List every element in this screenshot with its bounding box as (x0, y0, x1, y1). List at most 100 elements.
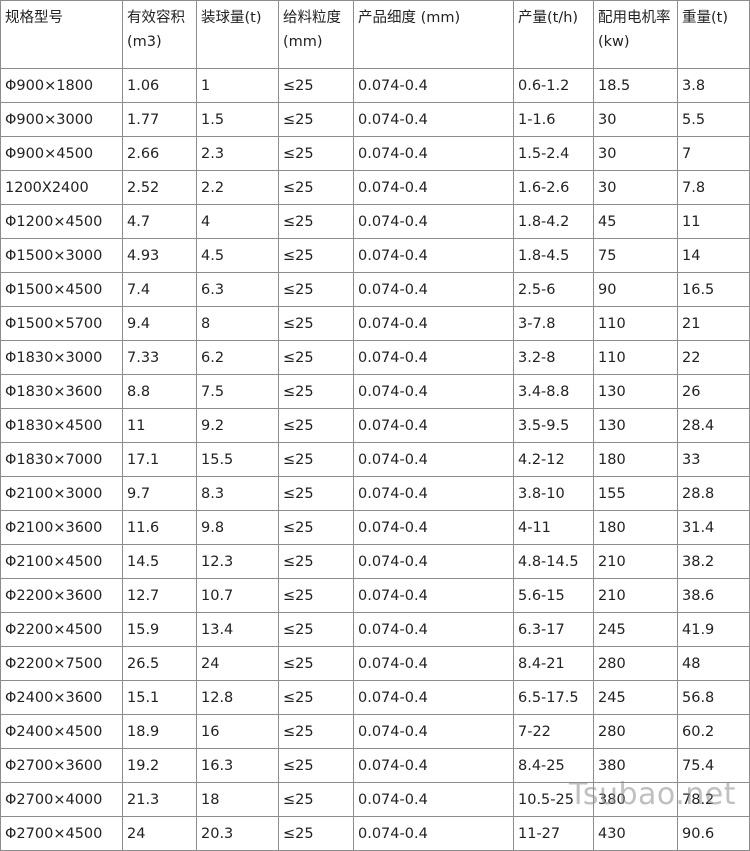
cell-weight: 38.2 (677, 544, 750, 579)
table-row: Φ2700×4000 21.3 18 ≤25 0.074-0.4 10.5-25 380 78… (0, 782, 750, 817)
cell-volume: 9.7 (122, 476, 197, 511)
cell-weight: 7.8 (677, 170, 750, 205)
table-row: Φ1500×3000 4.93 4.5 ≤25 0.074-0.4 1.8-4.5 75 14 (0, 238, 750, 273)
cell-feed-size: ≤25 (278, 816, 354, 851)
cell-ball-load: 20.3 (196, 816, 279, 851)
table-row: Φ2200×4500 15.9 13.4 ≤25 0.074-0.4 6.3-17 245 4… (0, 612, 750, 647)
cell-ball-load: 4.5 (196, 238, 279, 273)
cell-ball-load: 6.2 (196, 340, 279, 375)
cell-feed-size: ≤25 (278, 748, 354, 783)
cell-fineness: 0.074-0.4 (353, 238, 514, 273)
cell-weight: 3.8 (677, 68, 750, 103)
cell-capacity: 10.5-25 (513, 782, 594, 817)
table-row: Φ1830×4500 11 9.2 ≤25 0.074-0.4 3.5-9.5 130 28.… (0, 408, 750, 443)
cell-ball-load: 9.8 (196, 510, 279, 545)
cell-volume: 12.7 (122, 578, 197, 613)
cell-feed-size: ≤25 (278, 306, 354, 341)
table-row: Φ2700×4500 24 20.3 ≤25 0.074-0.4 11-27 430 90.6 (0, 816, 750, 851)
cell-fineness: 0.074-0.4 (353, 408, 514, 443)
cell-model: Φ2200×3600 (0, 578, 123, 613)
cell-ball-load: 12.8 (196, 680, 279, 715)
table-row: Φ1830×3600 8.8 7.5 ≤25 0.074-0.4 3.4-8.8 130 26 (0, 374, 750, 409)
cell-motor-power: 280 (593, 714, 678, 749)
cell-capacity: 6.5-17.5 (513, 680, 594, 715)
cell-ball-load: 8 (196, 306, 279, 341)
cell-model: Φ1830×3000 (0, 340, 123, 375)
cell-fineness: 0.074-0.4 (353, 306, 514, 341)
cell-volume: 1.06 (122, 68, 197, 103)
cell-volume: 2.52 (122, 170, 197, 205)
header-capacity: 产量(t/h) (513, 0, 594, 69)
cell-model: Φ2100×4500 (0, 544, 123, 579)
table-row: Φ2200×7500 26.5 24 ≤25 0.074-0.4 8.4-21 280 48 (0, 646, 750, 681)
header-weight: 重量(t) (677, 0, 750, 69)
cell-model: Φ1500×5700 (0, 306, 123, 341)
cell-model: Φ900×1800 (0, 68, 123, 103)
table-row: Φ2700×3600 19.2 16.3 ≤25 0.074-0.4 8.4-25 380 7… (0, 748, 750, 783)
cell-capacity: 4.8-14.5 (513, 544, 594, 579)
cell-fineness: 0.074-0.4 (353, 816, 514, 851)
cell-fineness: 0.074-0.4 (353, 340, 514, 375)
cell-fineness: 0.074-0.4 (353, 646, 514, 681)
cell-feed-size: ≤25 (278, 102, 354, 137)
cell-volume: 15.1 (122, 680, 197, 715)
cell-ball-load: 18 (196, 782, 279, 817)
cell-ball-load: 4 (196, 204, 279, 239)
cell-feed-size: ≤25 (278, 204, 354, 239)
cell-motor-power: 155 (593, 476, 678, 511)
table-row: Φ2100×3600 11.6 9.8 ≤25 0.074-0.4 4-11 180 31.4 (0, 510, 750, 545)
cell-weight: 90.6 (677, 816, 750, 851)
cell-capacity: 11-27 (513, 816, 594, 851)
cell-volume: 19.2 (122, 748, 197, 783)
cell-volume: 24 (122, 816, 197, 851)
cell-weight: 31.4 (677, 510, 750, 545)
cell-model: Φ2700×3600 (0, 748, 123, 783)
cell-model: Φ2700×4000 (0, 782, 123, 817)
cell-capacity: 3.2-8 (513, 340, 594, 375)
cell-ball-load: 1 (196, 68, 279, 103)
cell-fineness: 0.074-0.4 (353, 136, 514, 171)
cell-ball-load: 24 (196, 646, 279, 681)
cell-fineness: 0.074-0.4 (353, 204, 514, 239)
cell-volume: 14.5 (122, 544, 197, 579)
cell-motor-power: 130 (593, 374, 678, 409)
cell-feed-size: ≤25 (278, 612, 354, 647)
cell-volume: 7.4 (122, 272, 197, 307)
cell-capacity: 5.6-15 (513, 578, 594, 613)
cell-model: Φ1500×3000 (0, 238, 123, 273)
cell-fineness: 0.074-0.4 (353, 748, 514, 783)
cell-fineness: 0.074-0.4 (353, 374, 514, 409)
cell-capacity: 0.6-1.2 (513, 68, 594, 103)
table-row: Φ2100×3000 9.7 8.3 ≤25 0.074-0.4 3.8-10 155 28.… (0, 476, 750, 511)
cell-model: Φ1500×4500 (0, 272, 123, 307)
cell-model: Φ2400×4500 (0, 714, 123, 749)
cell-feed-size: ≤25 (278, 136, 354, 171)
cell-feed-size: ≤25 (278, 782, 354, 817)
table-row: 1200X2400 2.52 2.2 ≤25 0.074-0.4 1.6-2.6 30 7.8 (0, 170, 750, 205)
cell-ball-load: 8.3 (196, 476, 279, 511)
cell-model: Φ900×3000 (0, 102, 123, 137)
cell-ball-load: 12.3 (196, 544, 279, 579)
cell-fineness: 0.074-0.4 (353, 272, 514, 307)
cell-capacity: 1.8-4.2 (513, 204, 594, 239)
cell-fineness: 0.074-0.4 (353, 680, 514, 715)
cell-capacity: 4-11 (513, 510, 594, 545)
cell-feed-size: ≤25 (278, 578, 354, 613)
cell-fineness: 0.074-0.4 (353, 102, 514, 137)
cell-fineness: 0.074-0.4 (353, 782, 514, 817)
cell-ball-load: 13.4 (196, 612, 279, 647)
cell-motor-power: 180 (593, 510, 678, 545)
cell-weight: 28.4 (677, 408, 750, 443)
cell-ball-load: 9.2 (196, 408, 279, 443)
spec-table: 规格型号 有效容积(m3) 装球量(t) 给料粒度 (mm) 产品细度 (mm)… (0, 0, 750, 851)
cell-motor-power: 430 (593, 816, 678, 851)
cell-model: 1200X2400 (0, 170, 123, 205)
cell-capacity: 3.5-9.5 (513, 408, 594, 443)
cell-motor-power: 45 (593, 204, 678, 239)
table-row: Φ900×3000 1.77 1.5 ≤25 0.074-0.4 1-1.6 30 5.5 (0, 102, 750, 137)
cell-motor-power: 18.5 (593, 68, 678, 103)
cell-capacity: 7-22 (513, 714, 594, 749)
table-row: Φ2400×3600 15.1 12.8 ≤25 0.074-0.4 6.5-17.5 24… (0, 680, 750, 715)
cell-feed-size: ≤25 (278, 238, 354, 273)
cell-motor-power: 90 (593, 272, 678, 307)
